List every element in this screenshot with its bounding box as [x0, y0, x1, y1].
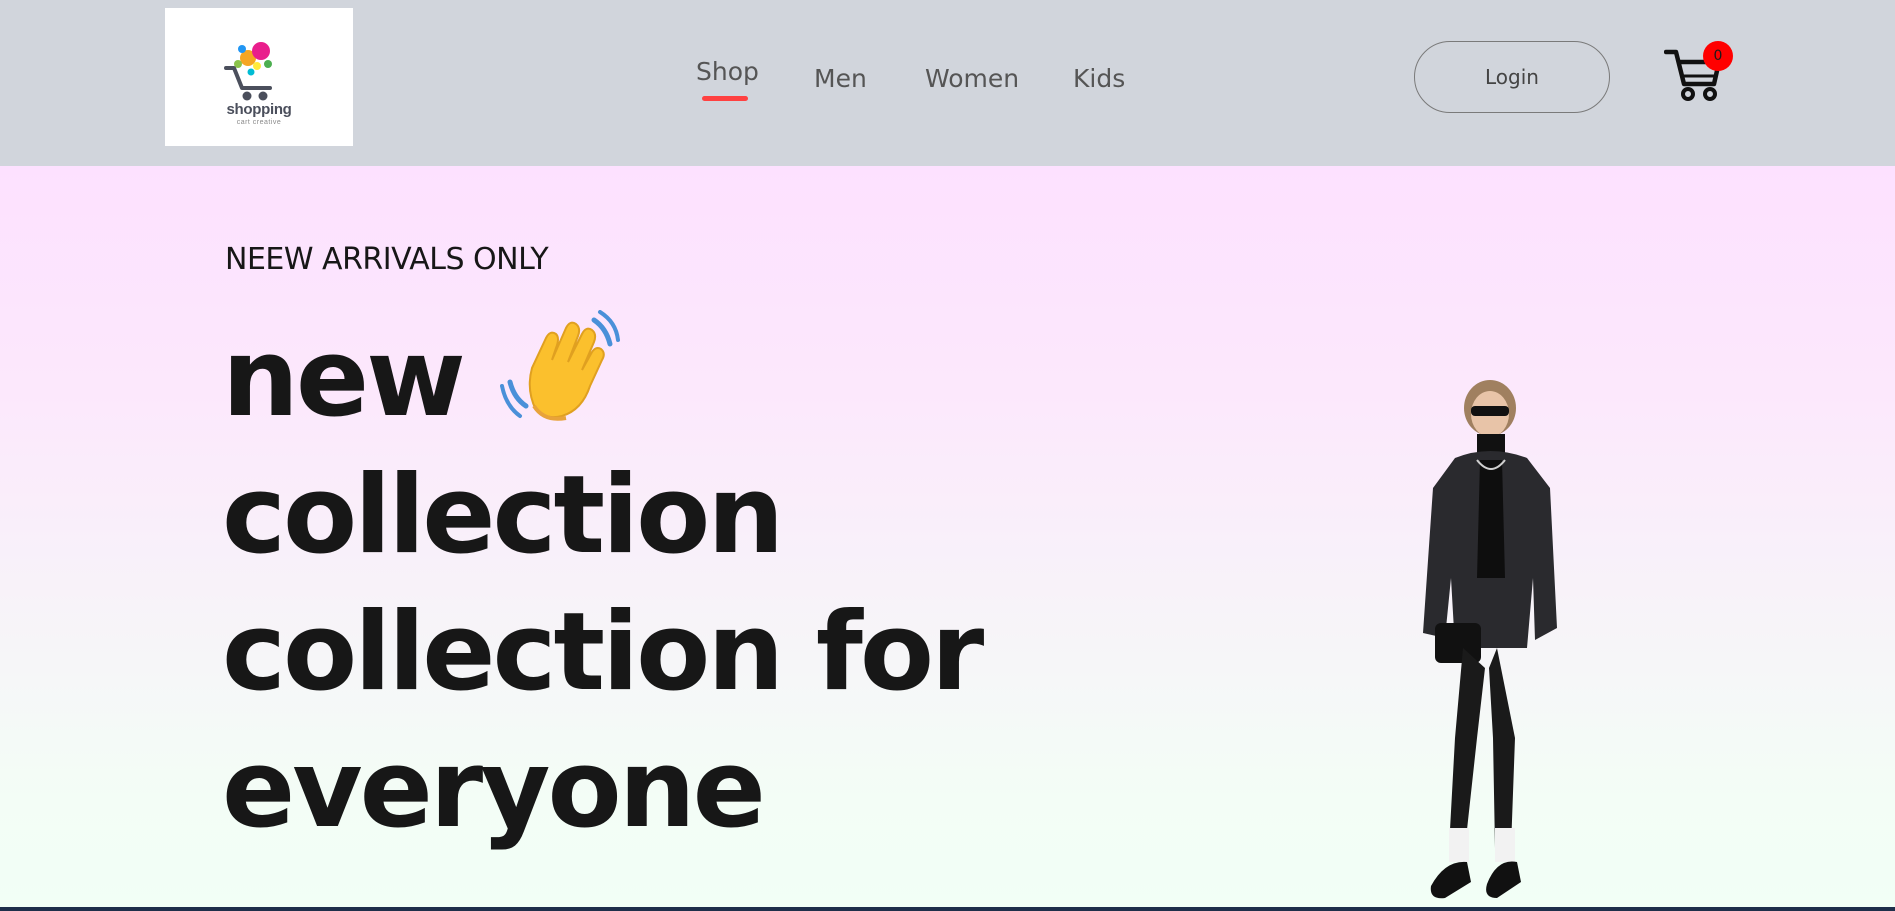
login-button[interactable]: Login [1414, 41, 1610, 113]
hero-model-image [1423, 380, 1557, 899]
page-bottom-border [0, 907, 1895, 911]
waving-hand-icon [500, 310, 620, 421]
hero-headline-line-3: collection for [222, 590, 984, 715]
hero-headline-line-2: collection [222, 453, 784, 578]
main-nav: Shop Men Women Kids [0, 0, 1895, 166]
hero-headline-line-4: everyone [222, 727, 766, 852]
nav-item-shop[interactable]: Shop [696, 57, 759, 86]
navbar: shopping cart creative Shop Men Women Ki… [0, 0, 1895, 166]
nav-item-women[interactable]: Women [925, 64, 1019, 93]
active-nav-indicator [702, 96, 748, 101]
nav-item-kids[interactable]: Kids [1073, 64, 1125, 93]
cart-count-badge: 0 [1703, 41, 1733, 71]
hero-eyebrow: NEEW ARRIVALS ONLY [225, 242, 549, 277]
hero-headline-line-1: new [222, 316, 466, 441]
nav-item-men[interactable]: Men [814, 64, 867, 93]
